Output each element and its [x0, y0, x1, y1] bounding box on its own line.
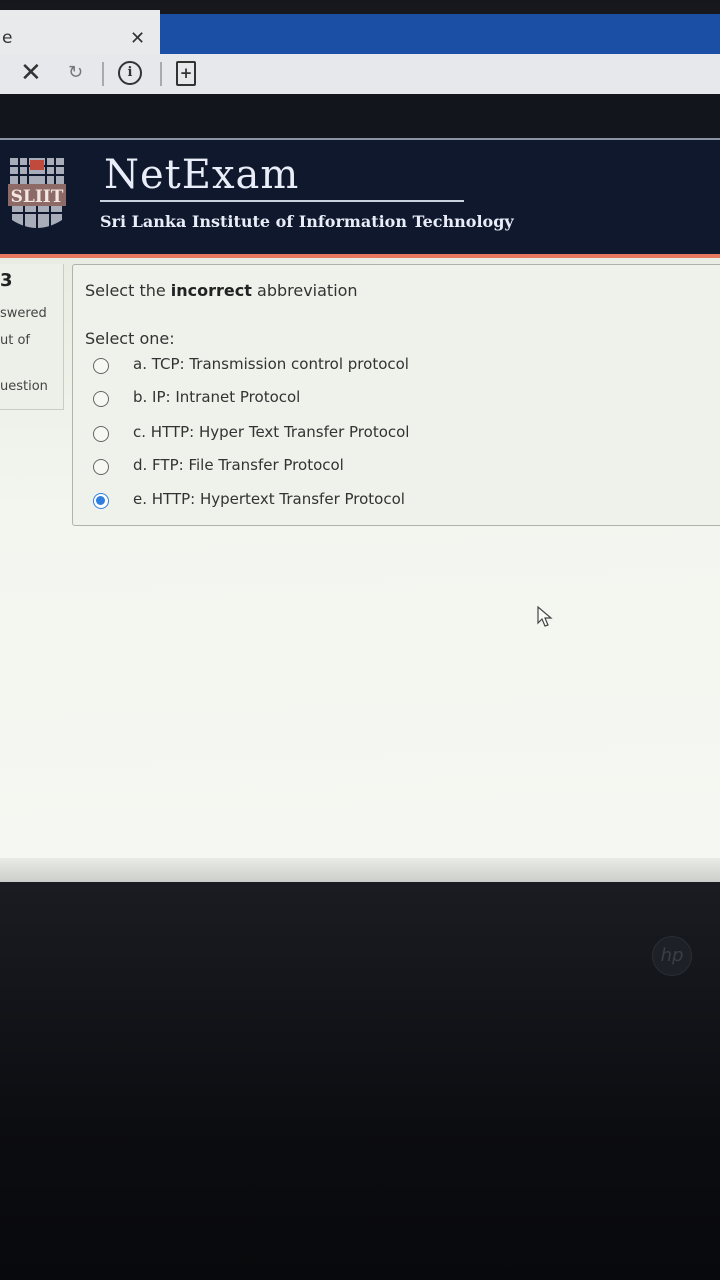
svg-text:SLIIT: SLIIT [11, 187, 64, 207]
toolbar-divider [102, 62, 104, 86]
radio-button-e[interactable] [93, 493, 109, 509]
answer-option-b[interactable]: b. IP: Intranet Protocol [93, 386, 653, 416]
browser-tab-bar-fill [160, 14, 720, 54]
toolbar-divider [160, 62, 162, 86]
laptop-bezel [0, 882, 720, 1280]
sliit-logo-icon: SLIIT [8, 158, 66, 232]
browser-tab[interactable]: e ✕ [0, 10, 160, 54]
new-page-icon[interactable]: + [176, 61, 196, 86]
answer-label-c[interactable]: c. HTTP: Hyper Text Transfer Protocol [133, 423, 409, 441]
browser-tab-strip: e ✕ [0, 0, 720, 54]
radio-button-d[interactable] [93, 459, 109, 475]
tab-close-icon[interactable]: ✕ [130, 28, 145, 49]
question-info-panel: 3 swered ut of uestion [0, 264, 64, 410]
answer-label-b[interactable]: b. IP: Intranet Protocol [133, 388, 300, 406]
site-subtitle: Sri Lanka Institute of Information Techn… [100, 212, 514, 231]
browser-toolbar: ✕ ↻ i + [0, 54, 720, 94]
answer-option-a[interactable]: a. TCP: Transmission control protocol [93, 353, 653, 383]
stop-icon[interactable]: ✕ [20, 59, 42, 87]
question-suffix: abbreviation [251, 281, 358, 300]
answer-label-e[interactable]: e. HTTP: Hypertext Transfer Protocol [133, 490, 405, 508]
site-brand[interactable]: NetExam [104, 152, 299, 198]
flag-question-link[interactable]: uestion [0, 379, 48, 394]
mouse-pointer-icon [537, 606, 553, 627]
browser-chrome-gap [0, 94, 720, 138]
refresh-icon[interactable]: ↻ [68, 62, 83, 83]
answer-option-d[interactable]: d. FTP: File Transfer Protocol [93, 454, 653, 484]
screen-bottom-edge [0, 858, 720, 884]
answer-option-c[interactable]: c. HTTP: Hyper Text Transfer Protocol [93, 421, 653, 451]
brand-divider [100, 200, 464, 202]
answer-option-e[interactable]: e. HTTP: Hypertext Transfer Protocol [93, 488, 653, 518]
answer-label-a[interactable]: a. TCP: Transmission control protocol [133, 355, 409, 373]
question-text: Select the incorrect abbreviation [85, 281, 358, 300]
question-card: Select the incorrect abbreviation Select… [72, 264, 720, 526]
question-emphasis: incorrect [170, 281, 252, 300]
radio-button-a[interactable] [93, 358, 109, 374]
select-one-label: Select one: [85, 329, 175, 348]
radio-button-b[interactable] [93, 391, 109, 407]
radio-button-c[interactable] [93, 426, 109, 442]
photo-of-screen: e ✕ ✕ ↻ i + SLIIT NetExam Sri Lanka Inst… [0, 0, 720, 1280]
answer-label-d[interactable]: d. FTP: File Transfer Protocol [133, 456, 344, 474]
site-header: SLIIT NetExam Sri Lanka Institute of Inf… [0, 138, 720, 256]
tab-title: e [2, 28, 13, 48]
question-number: 3 [0, 270, 13, 291]
question-prefix: Select the [85, 281, 171, 300]
question-status: swered [0, 306, 47, 321]
question-mark: ut of [0, 333, 30, 348]
hp-logo-icon: hp [652, 936, 692, 976]
site-info-icon[interactable]: i [118, 61, 142, 85]
